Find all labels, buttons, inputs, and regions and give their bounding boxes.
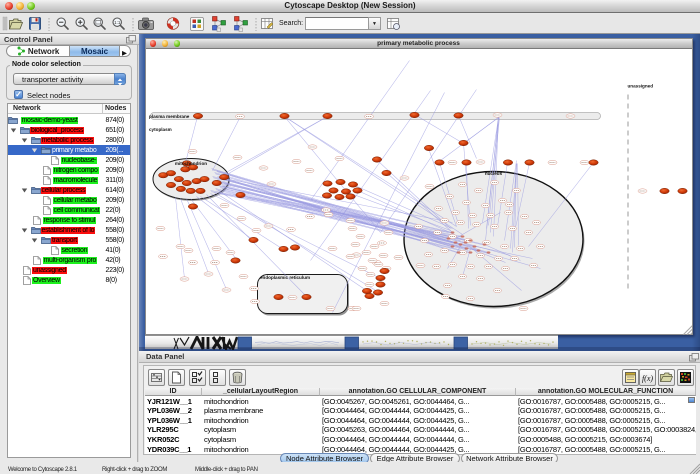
svg-text:1:1: 1:1 (114, 20, 121, 25)
svg-text:plasma membrane: plasma membrane (149, 114, 190, 119)
svg-text:f(x): f(x) (642, 374, 653, 383)
svg-text:mitochondrion: mitochondrion (174, 161, 206, 166)
svg-text:unassigned: unassigned (627, 83, 653, 88)
svg-text:endoplasmic reticulum: endoplasmic reticulum (260, 275, 310, 280)
svg-text:nucleus: nucleus (484, 171, 502, 176)
svg-text:cytoplasm: cytoplasm (149, 127, 172, 132)
